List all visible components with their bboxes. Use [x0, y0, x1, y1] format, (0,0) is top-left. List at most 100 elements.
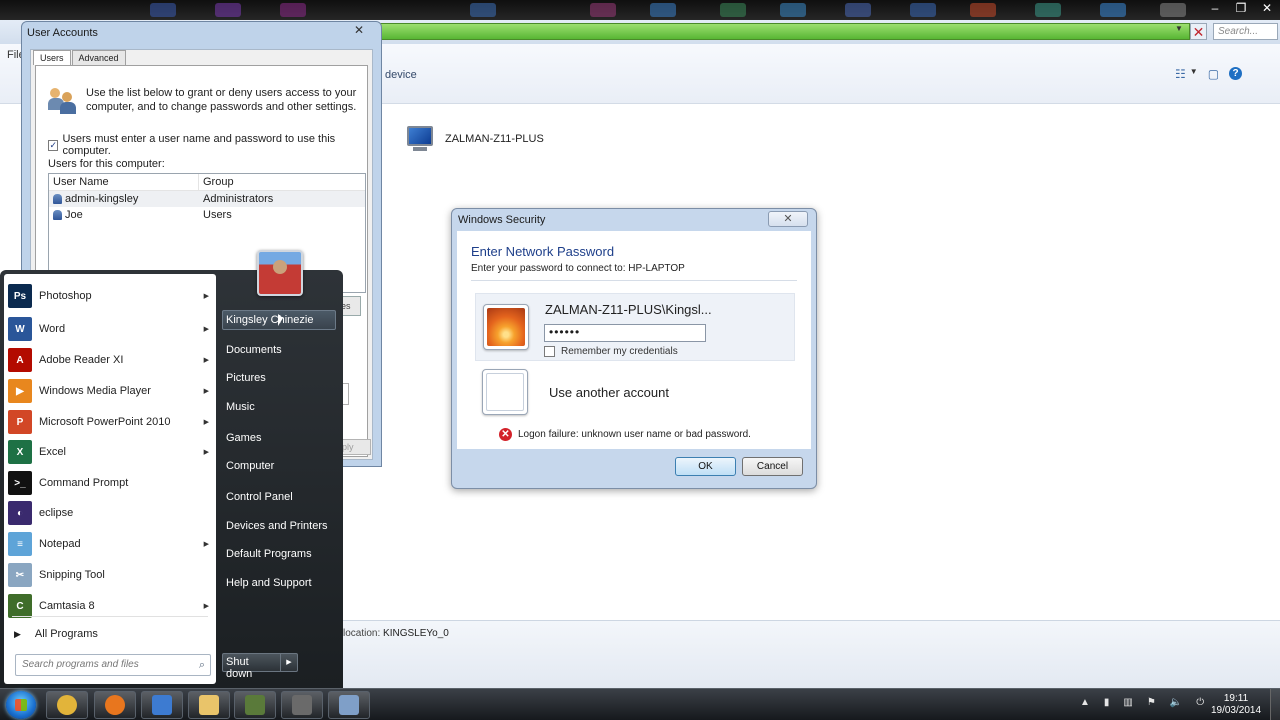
start-button[interactable] — [6, 691, 36, 719]
thumbnail[interactable] — [215, 3, 241, 17]
search-icon[interactable]: ⌕ — [199, 655, 205, 675]
thumbnail[interactable] — [150, 3, 176, 17]
power-icon[interactable]: ⏻ — [1196, 697, 1204, 708]
battery-icon[interactable]: ▮ — [1104, 697, 1110, 708]
address-bar[interactable] — [380, 23, 1190, 40]
user-accounts-taskbar-button[interactable] — [328, 691, 370, 719]
program-item[interactable]: P Microsoft PowerPoint 2010 ▶ — [8, 408, 214, 436]
thumbnail[interactable] — [1100, 3, 1126, 17]
submenu-arrow-icon[interactable]: ▶ — [204, 540, 209, 548]
shutdown-options-icon[interactable]: ▶ — [281, 654, 297, 671]
start-link[interactable]: Documents — [226, 344, 282, 356]
start-link[interactable]: Music — [226, 401, 255, 413]
use-another-account-tile[interactable]: Use another account — [475, 369, 795, 423]
close-icon[interactable]: ✕ — [768, 211, 808, 227]
network-icon[interactable]: ▥ — [1123, 697, 1132, 708]
submenu-arrow-icon[interactable]: ▶ — [204, 292, 209, 300]
chevron-down-icon[interactable]: ▼ — [1190, 67, 1198, 81]
shutdown-button[interactable]: Shut down ▶ — [222, 653, 298, 680]
thumbnail[interactable] — [845, 3, 871, 17]
start-search-input[interactable]: Search programs and files ⌕ — [15, 654, 211, 676]
show-desktop-button[interactable] — [1270, 689, 1280, 720]
explorer-folder-taskbar-button[interactable] — [188, 691, 230, 719]
explorer-search-input[interactable]: Search... — [1213, 23, 1278, 40]
start-link[interactable]: Games — [226, 432, 261, 444]
thumbnail[interactable] — [280, 3, 306, 17]
notepad-icon: ≡ — [8, 532, 32, 556]
chevron-down-icon[interactable]: ▼ — [1175, 24, 1183, 33]
program-item[interactable]: ≡ Notepad ▶ — [8, 530, 214, 558]
thumbnail[interactable] — [910, 3, 936, 17]
must-login-checkbox[interactable]: ✓ Users must enter a user name and passw… — [48, 133, 367, 157]
start-link[interactable]: Help and Support — [226, 577, 312, 589]
program-item[interactable]: >_ Command Prompt — [8, 469, 214, 497]
change-view-icon[interactable]: ☷ — [1175, 67, 1186, 81]
submenu-arrow-icon[interactable]: ▶ — [204, 356, 209, 364]
submenu-arrow-icon[interactable]: ▶ — [204, 418, 209, 426]
submenu-arrow-icon[interactable]: ▶ — [204, 602, 209, 610]
start-link[interactable]: Pictures — [226, 372, 266, 384]
chrome-taskbar-button[interactable] — [46, 691, 88, 719]
windows-security-dialog: Windows Security ✕ Enter Network Passwor… — [451, 208, 817, 489]
camtasia-studio-taskbar-button[interactable] — [281, 691, 323, 719]
minimize-icon[interactable]: – — [1202, 0, 1228, 18]
program-item[interactable]: X Excel ▶ — [8, 438, 214, 466]
ok-button[interactable]: OK — [675, 457, 736, 476]
help-icon[interactable]: ? — [1229, 67, 1243, 80]
camtasia-recorder-taskbar-button[interactable] — [234, 691, 276, 719]
all-programs-button[interactable]: ▶ All Programs — [14, 628, 98, 640]
user-avatar[interactable] — [257, 250, 303, 296]
thumbnail[interactable] — [590, 3, 616, 17]
restore-icon[interactable]: ❐ — [1228, 0, 1254, 18]
action-center-flag-icon[interactable]: ⚑ — [1147, 697, 1156, 708]
thumbnail[interactable] — [470, 3, 496, 17]
divider — [12, 616, 208, 617]
close-icon[interactable]: ✕ — [349, 23, 369, 37]
thumbnail[interactable] — [780, 3, 806, 17]
program-item[interactable]: ◐ eclipse — [8, 499, 214, 527]
thumbnail[interactable] — [650, 3, 676, 17]
submenu-arrow-icon[interactable]: ▶ — [204, 325, 209, 333]
thumbnail[interactable] — [1160, 3, 1186, 17]
start-link[interactable]: Default Programs — [226, 548, 312, 560]
firefox-taskbar-button[interactable] — [94, 691, 136, 719]
program-item[interactable]: W Word ▶ — [8, 315, 214, 343]
start-link[interactable]: Computer — [226, 460, 274, 472]
tab-advanced[interactable]: Advanced — [71, 50, 126, 65]
column-header-group[interactable]: Group — [199, 174, 234, 190]
cancel-button[interactable]: Cancel — [742, 457, 803, 476]
clock[interactable]: 19:11 19/03/2014 — [1205, 693, 1267, 717]
thumbnail[interactable] — [970, 3, 996, 17]
volume-icon[interactable]: 🔈 — [1170, 697, 1182, 708]
breadcrumb[interactable]: device — [385, 69, 417, 81]
table-row[interactable]: Joe Users — [49, 207, 365, 223]
submenu-arrow-icon[interactable]: ▶ — [204, 387, 209, 395]
program-item[interactable]: A Adobe Reader XI ▶ — [8, 346, 214, 374]
shutdown-label[interactable]: Shut down — [223, 654, 281, 680]
checkbox-checked-icon[interactable]: ✓ — [48, 139, 59, 151]
start-link[interactable]: Devices and Printers — [226, 520, 328, 532]
remember-credentials-checkbox[interactable]: Remember my credentials — [544, 346, 678, 357]
submenu-arrow-icon[interactable]: ▶ — [204, 448, 209, 456]
start-link[interactable]: Control Panel — [226, 491, 293, 503]
program-item[interactable]: Ps Photoshop ▶ — [8, 282, 214, 310]
password-field[interactable]: •••••• — [544, 324, 706, 342]
program-item[interactable]: ▶ Windows Media Player ▶ — [8, 377, 214, 405]
close-icon[interactable]: ✕ — [1254, 0, 1280, 18]
stop-icon[interactable]: ✕ — [1190, 23, 1207, 40]
checkbox-unchecked-icon[interactable] — [544, 346, 555, 357]
show-hidden-icons-icon[interactable]: ▲ — [1080, 697, 1090, 708]
remote-desktop-taskbar-button[interactable] — [141, 691, 183, 719]
program-item[interactable]: ✂ Snipping Tool — [8, 561, 214, 589]
credential-tile[interactable]: ZALMAN-Z11-PLUS\Kingsl... •••••• Remembe… — [475, 293, 795, 361]
preview-pane-icon[interactable]: ▢ — [1208, 67, 1219, 81]
thumbnail[interactable] — [720, 3, 746, 17]
tab-users[interactable]: Users — [33, 50, 71, 65]
intro: Use the list below to grant or deny user… — [48, 86, 358, 114]
table-row[interactable]: admin-kingsley Administrators — [49, 191, 365, 207]
thumbnail[interactable] — [1035, 3, 1061, 17]
column-header-user-name[interactable]: User Name — [49, 174, 199, 190]
device-name: ZALMAN-Z11-PLUS — [445, 133, 544, 145]
network-device[interactable]: ZALMAN-Z11-PLUS — [403, 124, 544, 154]
properties-button[interactable]: es — [340, 296, 361, 316]
